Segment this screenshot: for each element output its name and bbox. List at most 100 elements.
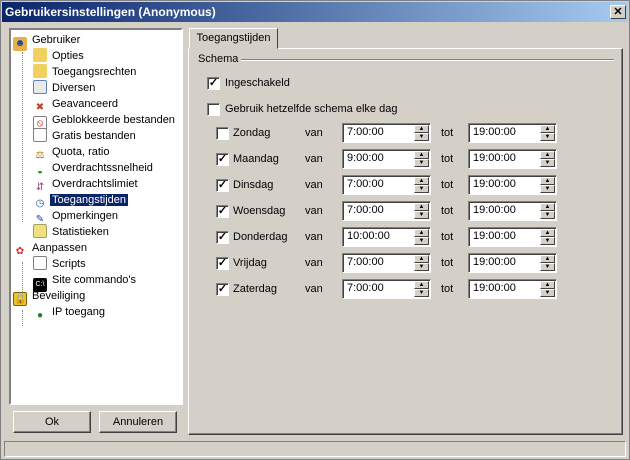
from-time-input[interactable]: 9:00:00 ▲ ▼ (342, 149, 431, 169)
day-checkbox-woensdag[interactable]: ✓ (216, 205, 229, 218)
spin-up-icon[interactable]: ▲ (414, 281, 429, 289)
spin-down-icon[interactable]: ▼ (540, 211, 555, 219)
to-time-input[interactable]: 19:00:00 ▲ ▼ (468, 279, 557, 299)
spin-up-icon[interactable]: ▲ (540, 255, 555, 263)
tree-item-overdrachtslimiet[interactable]: ⇵ Overdrachtslimiet (33, 176, 140, 193)
spin-up-icon[interactable]: ▲ (414, 177, 429, 185)
group-divider (241, 59, 614, 61)
day-checkbox-zondag[interactable] (216, 127, 229, 140)
day-label: Donderdag (233, 231, 288, 243)
settings-tree[interactable]: ☻ Gebruiker Opties Toegangsrechten Divers… (9, 28, 183, 405)
to-label: tot (441, 153, 454, 165)
folder-options-icon (33, 48, 47, 62)
group-label-schema: Schema (198, 53, 239, 65)
spin-down-icon[interactable]: ▼ (540, 237, 555, 245)
tree-item-aanpassen[interactable]: ✿ Aanpassen (13, 240, 89, 257)
tree-item-overdrachtssnelheid[interactable]: ◒ Overdrachtssnelheid (33, 160, 155, 177)
from-time-input[interactable]: 10:00:00 ▲ ▼ (342, 227, 431, 247)
day-checkbox-vrijdag[interactable]: ✓ (216, 257, 229, 270)
from-label: van (305, 283, 323, 295)
spin-down-icon[interactable]: ▼ (414, 237, 429, 245)
same-schedule-checkbox[interactable] (207, 103, 220, 116)
spin-down-icon[interactable]: ▼ (414, 211, 429, 219)
spin-up-icon[interactable]: ▲ (540, 203, 555, 211)
spin-down-icon[interactable]: ▼ (540, 159, 555, 167)
tree-item-statistieken[interactable]: Statistieken (33, 224, 111, 240)
tree-item-quota-ratio[interactable]: ⚖ Quota, ratio (33, 144, 111, 161)
folder-permissions-icon (33, 64, 47, 78)
from-time-input[interactable]: 7:00:00 ▲ ▼ (342, 253, 431, 273)
from-time-value: 7:00:00 (347, 282, 384, 294)
from-time-input[interactable]: 7:00:00 ▲ ▼ (342, 175, 431, 195)
to-time-input[interactable]: 19:00:00 ▲ ▼ (468, 227, 557, 247)
day-label: Woensdag (233, 205, 286, 217)
spin-up-icon[interactable]: ▲ (540, 281, 555, 289)
spin-up-icon[interactable]: ▲ (414, 151, 429, 159)
spin-up-icon[interactable]: ▲ (414, 255, 429, 263)
from-label: van (305, 205, 323, 217)
spin-down-icon[interactable]: ▼ (414, 133, 429, 141)
spin-up-icon[interactable]: ▲ (540, 151, 555, 159)
spin-down-icon[interactable]: ▼ (414, 159, 429, 167)
day-checkbox-donderdag[interactable]: ✓ (216, 231, 229, 244)
spin-down-icon[interactable]: ▼ (540, 133, 555, 141)
tree-item-toegangsrechten[interactable]: Toegangsrechten (33, 64, 138, 80)
to-label: tot (441, 231, 454, 243)
from-time-input[interactable]: 7:00:00 ▲ ▼ (342, 123, 431, 143)
tree-item-gebruiker[interactable]: ☻ Gebruiker (13, 32, 82, 51)
tree-item-geblokkeerde-bestanden[interactable]: ⦸ Geblokkeerde bestanden (33, 112, 177, 130)
to-label: tot (441, 257, 454, 269)
tree-item-ip-toegang[interactable]: ● IP toegang (33, 304, 107, 321)
ok-button[interactable]: Ok (13, 411, 91, 433)
tree-item-opmerkingen[interactable]: ✎ Opmerkingen (33, 208, 120, 225)
spin-down-icon[interactable]: ▼ (414, 263, 429, 271)
to-time-input[interactable]: 19:00:00 ▲ ▼ (468, 123, 557, 143)
document-icon (33, 80, 47, 94)
tree-item-scripts[interactable]: Scripts (33, 256, 88, 272)
tree-item-opties[interactable]: Opties (33, 48, 86, 64)
to-time-value: 19:00:00 (473, 126, 516, 138)
spin-down-icon[interactable]: ▼ (540, 185, 555, 193)
tree-item-site-commandos[interactable]: C:\ Site commando's (33, 272, 138, 292)
from-time-value: 7:00:00 (347, 256, 384, 268)
day-checkbox-dinsdag[interactable]: ✓ (216, 179, 229, 192)
stats-icon (33, 224, 47, 238)
tree-item-toegangstijden[interactable]: ◷ Toegangstijden (33, 192, 129, 209)
to-time-input[interactable]: 19:00:00 ▲ ▼ (468, 175, 557, 195)
spin-up-icon[interactable]: ▲ (414, 125, 429, 133)
spin-up-icon[interactable]: ▲ (414, 203, 429, 211)
tree-item-geavanceerd[interactable]: ✖ Geavanceerd (33, 96, 120, 113)
tree-item-beveiliging[interactable]: 🔒 Beveiliging (13, 288, 87, 306)
title-bar: Gebruikersinstellingen (Anonymous) ✕ (2, 2, 628, 22)
file-icon (33, 128, 47, 142)
from-label: van (305, 257, 323, 269)
day-checkbox-zaterdag[interactable]: ✓ (216, 283, 229, 296)
tree-item-gratis-bestanden[interactable]: Gratis bestanden (33, 128, 138, 144)
from-time-input[interactable]: 7:00:00 ▲ ▼ (342, 201, 431, 221)
spin-down-icon[interactable]: ▼ (540, 263, 555, 271)
close-button[interactable]: ✕ (610, 5, 626, 19)
spin-up-icon[interactable]: ▲ (540, 177, 555, 185)
to-label: tot (441, 127, 454, 139)
to-time-input[interactable]: 19:00:00 ▲ ▼ (468, 253, 557, 273)
from-time-input[interactable]: 7:00:00 ▲ ▼ (342, 279, 431, 299)
cancel-button[interactable]: Annuleren (99, 411, 177, 433)
spin-down-icon[interactable]: ▼ (540, 289, 555, 297)
from-time-value: 7:00:00 (347, 178, 384, 190)
from-label: van (305, 153, 323, 165)
from-label: van (305, 179, 323, 191)
spin-down-icon[interactable]: ▼ (414, 289, 429, 297)
spin-up-icon[interactable]: ▲ (540, 229, 555, 237)
customize-icon: ✿ (15, 246, 25, 257)
day-checkbox-maandag[interactable]: ✓ (216, 153, 229, 166)
to-time-input[interactable]: 19:00:00 ▲ ▼ (468, 201, 557, 221)
spin-down-icon[interactable]: ▼ (414, 185, 429, 193)
tab-toegangstijden[interactable]: Toegangstijden (189, 28, 278, 49)
spin-up-icon[interactable]: ▲ (540, 125, 555, 133)
spin-up-icon[interactable]: ▲ (414, 229, 429, 237)
to-time-input[interactable]: 19:00:00 ▲ ▼ (468, 149, 557, 169)
tree-item-diversen[interactable]: Diversen (33, 80, 97, 96)
tree-line (22, 310, 23, 326)
from-label: van (305, 231, 323, 243)
enabled-checkbox[interactable]: ✓ (207, 77, 220, 90)
